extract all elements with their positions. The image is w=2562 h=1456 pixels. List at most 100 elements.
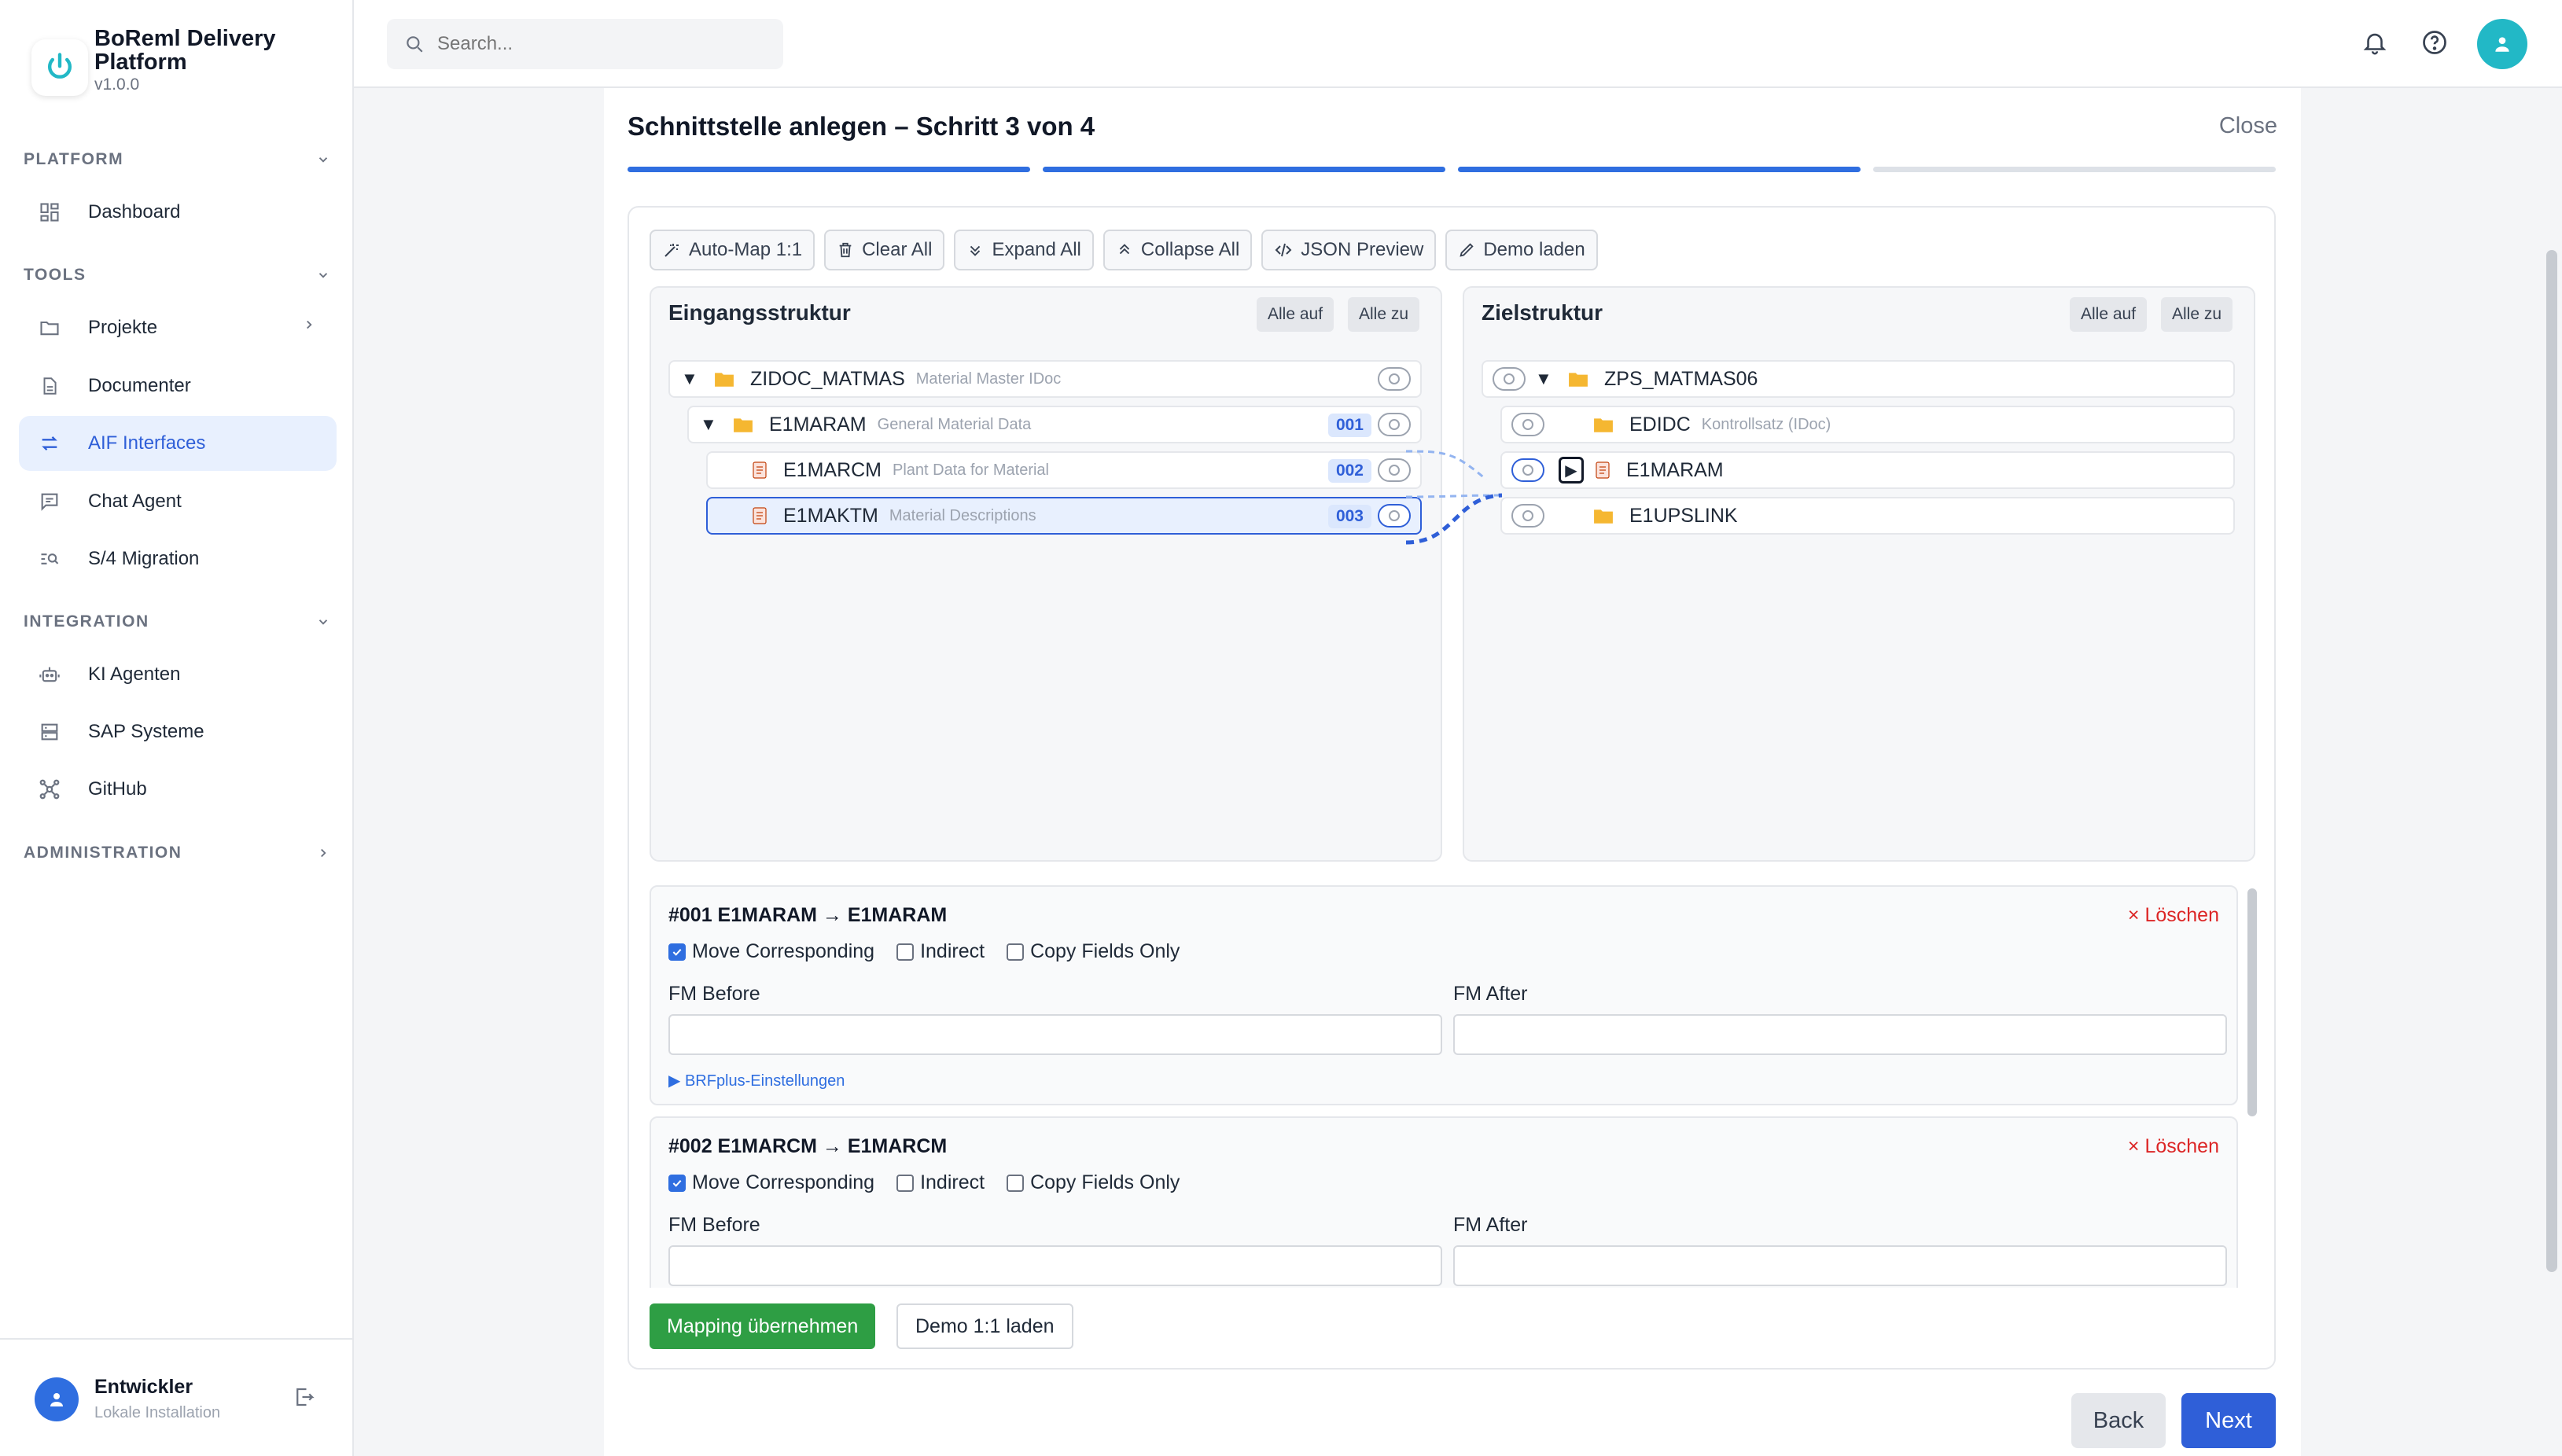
target-expand-all-button[interactable]: Alle auf xyxy=(2070,297,2148,332)
sidebar-item-sap-systeme[interactable]: SAP Systeme xyxy=(19,704,337,759)
target-node-e1upslink[interactable]: E1UPSLINK xyxy=(1500,497,2235,535)
search-input[interactable] xyxy=(437,33,752,55)
clear-all-button[interactable]: Clear All xyxy=(824,230,945,270)
fm-before-input[interactable] xyxy=(668,1014,1442,1055)
source-panel-title: Eingangsstruktur xyxy=(668,300,851,325)
source-node-e1marcm[interactable]: E1MARCM Plant Data for Material 002 xyxy=(706,451,1422,489)
arrows-icon xyxy=(36,430,63,457)
indirect-checkbox[interactable]: Indirect xyxy=(896,1171,985,1194)
mapping-card: #002 E1MARCM → E1MARCM × Löschen Move Co… xyxy=(650,1116,2238,1288)
target-node-e1maram[interactable]: ▶ E1MARAM xyxy=(1500,451,2235,489)
document-icon xyxy=(36,373,63,399)
mapping-badge: 001 xyxy=(1327,414,1371,437)
bell-icon[interactable] xyxy=(2361,28,2388,61)
folder-icon xyxy=(733,416,753,433)
network-icon xyxy=(36,776,63,803)
fm-after-input[interactable] xyxy=(1453,1014,2227,1055)
fm-before-input[interactable] xyxy=(668,1245,1442,1286)
copy-fields-only-checkbox[interactable]: Copy Fields Only xyxy=(1007,940,1180,963)
section-integration[interactable]: INTEGRATION xyxy=(24,606,330,638)
source-node-e1maram[interactable]: ▼ E1MARAM General Material Data 001 xyxy=(687,406,1422,443)
sidebar-item-aif-interfaces[interactable]: AIF Interfaces xyxy=(19,416,337,471)
target-node-zps-matmas06[interactable]: ▼ ZPS_MATMAS06 xyxy=(1482,360,2235,398)
chevrons-up-icon xyxy=(1116,241,1133,259)
expanded-triangle-icon[interactable]: ▼ xyxy=(700,414,717,435)
fm-after-label: FM After xyxy=(1453,983,1528,1005)
server-icon xyxy=(36,719,63,745)
user-icon xyxy=(50,1393,63,1406)
back-button[interactable]: Back xyxy=(2071,1393,2166,1448)
apply-mapping-button[interactable]: Mapping übernehmen xyxy=(650,1303,876,1349)
trash-icon xyxy=(837,241,854,259)
sidebar-item-ki-agenten[interactable]: KI Agenten xyxy=(19,647,337,702)
section-platform[interactable]: PLATFORM xyxy=(24,144,330,175)
sidebar-item-s4-migration[interactable]: S/4 Migration xyxy=(19,531,337,586)
sidebar-item-dashboard[interactable]: Dashboard xyxy=(19,185,337,240)
checkbox-box xyxy=(1007,1174,1025,1192)
expanded-triangle-icon[interactable]: ▼ xyxy=(1535,369,1552,389)
mapping-card: #001 E1MARAM → E1MARAM × Löschen Move Co… xyxy=(650,885,2238,1105)
target-collapse-all-button[interactable]: Alle zu xyxy=(2161,297,2233,332)
brand-title: BoReml Delivery Platform xyxy=(94,26,276,75)
delete-mapping-button[interactable]: × Löschen xyxy=(2128,1135,2219,1158)
json-preview-button[interactable]: JSON Preview xyxy=(1261,230,1437,270)
step-indicator-2 xyxy=(1043,167,1445,172)
source-expand-all-button[interactable]: Alle auf xyxy=(1257,297,1334,332)
source-collapse-all-button[interactable]: Alle zu xyxy=(1348,297,1420,332)
source-port[interactable] xyxy=(1378,458,1411,482)
source-port[interactable] xyxy=(1378,504,1411,528)
indirect-checkbox[interactable]: Indirect xyxy=(896,940,985,963)
demo-1to1-button[interactable]: Demo 1:1 laden xyxy=(896,1303,1073,1349)
profile-avatar[interactable] xyxy=(2477,19,2527,69)
mapping-title: #001 E1MARAM → E1MARAM xyxy=(668,904,948,926)
chevron-down-icon xyxy=(318,273,328,278)
logout-icon[interactable] xyxy=(293,1385,316,1413)
target-panel-title: Zielstruktur xyxy=(1482,300,1603,325)
collapsed-triangle-icon[interactable]: ▶ xyxy=(1559,457,1584,483)
delete-mapping-button[interactable]: × Löschen xyxy=(2128,904,2219,927)
auto-map-button[interactable]: Auto-Map 1:1 xyxy=(650,230,815,270)
section-administration[interactable]: ADMINISTRATION xyxy=(24,837,330,869)
checkbox-box xyxy=(1007,943,1025,961)
source-node-zidoc-matmas[interactable]: ▼ ZIDOC_MATMAS Material Master IDoc xyxy=(668,360,1422,398)
sidebar-item-github[interactable]: GitHub xyxy=(19,762,337,817)
mapping-list-scrollbar[interactable] xyxy=(2247,888,2257,1116)
fm-after-input[interactable] xyxy=(1453,1245,2227,1286)
source-node-e1maktm[interactable]: E1MAKTM Material Descriptions 003 xyxy=(706,497,1422,535)
step-indicator-3 xyxy=(1458,167,1861,172)
target-node-edidc[interactable]: EDIDC Kontrollsatz (IDoc) xyxy=(1500,406,2235,443)
target-port[interactable] xyxy=(1511,504,1544,528)
folder-icon xyxy=(1593,507,1614,524)
avatar[interactable] xyxy=(35,1377,79,1421)
sidebar-item-documenter[interactable]: Documenter xyxy=(19,358,337,414)
close-button[interactable]: Close xyxy=(2219,113,2277,139)
help-icon[interactable] xyxy=(2420,28,2449,61)
move-corresponding-checkbox[interactable]: Move Corresponding xyxy=(668,940,874,963)
target-port[interactable] xyxy=(1511,458,1544,482)
demo-load-button[interactable]: Demo laden xyxy=(1445,230,1598,270)
folder-icon xyxy=(1568,370,1588,388)
expanded-triangle-icon[interactable]: ▼ xyxy=(681,369,698,389)
chevron-down-icon xyxy=(318,620,328,625)
search-box[interactable] xyxy=(387,19,783,69)
main-scrollbar[interactable] xyxy=(2546,250,2557,1272)
collapse-all-button[interactable]: Collapse All xyxy=(1102,230,1253,270)
dialog-title: Schnittstelle anlegen – Schritt 3 von 4 xyxy=(628,112,1095,141)
source-port[interactable] xyxy=(1378,413,1411,436)
power-logo-icon xyxy=(31,39,88,96)
target-port[interactable] xyxy=(1493,367,1526,391)
sidebar-item-chat-agent[interactable]: Chat Agent xyxy=(19,474,337,529)
copy-fields-only-checkbox[interactable]: Copy Fields Only xyxy=(1007,1171,1180,1194)
folder-icon xyxy=(714,370,734,388)
checkmark-icon xyxy=(668,1174,686,1192)
next-button[interactable]: Next xyxy=(2181,1393,2276,1448)
sidebar-item-projekte[interactable]: Projekte xyxy=(19,300,337,355)
expand-all-button[interactable]: Expand All xyxy=(954,230,1094,270)
brfplus-settings-toggle[interactable]: ▶ BRFplus-Einstellungen xyxy=(668,1071,845,1090)
section-tools[interactable]: TOOLS xyxy=(24,259,330,291)
mapping-badge: 002 xyxy=(1327,459,1371,483)
search-icon xyxy=(407,36,423,53)
move-corresponding-checkbox[interactable]: Move Corresponding xyxy=(668,1171,874,1194)
target-port[interactable] xyxy=(1511,413,1544,436)
source-port[interactable] xyxy=(1378,367,1411,391)
